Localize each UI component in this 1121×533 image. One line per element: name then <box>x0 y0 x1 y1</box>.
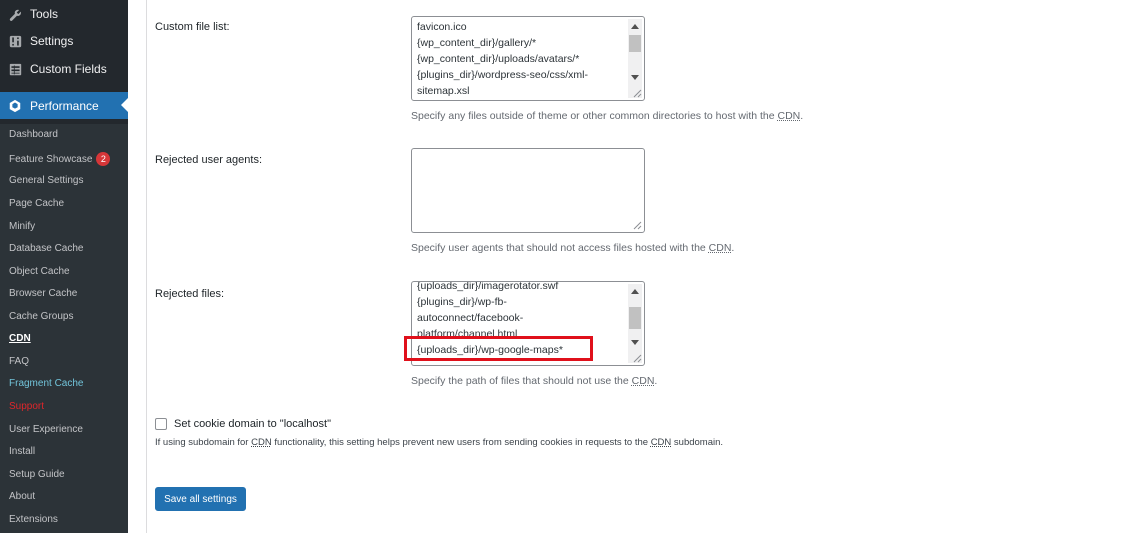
submenu-item-cdn[interactable]: CDN <box>9 333 31 344</box>
rejected-files-description: Specify the path of files that should no… <box>411 375 657 387</box>
submenu-item-install[interactable]: Install <box>9 446 35 457</box>
resize-handle-icon[interactable] <box>633 89 642 98</box>
rejected-user-agents-label: Rejected user agents: <box>155 154 263 166</box>
resize-handle-icon[interactable] <box>633 354 642 363</box>
textarea-line: {uploads_dir}/imagerotator.swf <box>417 281 559 292</box>
custom-file-list-textarea[interactable]: favicon.ico {wp_content_dir}/gallery/* {… <box>411 16 645 101</box>
submenu-item-dashboard[interactable]: Dashboard <box>9 129 58 140</box>
cdn-abbr: CDN <box>777 110 801 122</box>
submenu-label: Extensions <box>9 514 58 525</box>
submenu-label: Object Cache <box>9 266 70 277</box>
cdn-abbr: CDN <box>631 375 655 387</box>
submenu-item-minify[interactable]: Minify <box>9 221 35 232</box>
description-text: Specify the path of files that should no… <box>411 375 632 387</box>
cookie-domain-option[interactable]: Set cookie domain to "localhost" <box>155 418 331 430</box>
performance-icon <box>8 99 22 113</box>
submenu-label: Setup Guide <box>9 469 65 480</box>
submenu-label: General Settings <box>9 175 84 186</box>
cdn-abbr: CDN <box>251 437 272 448</box>
cookie-domain-label: Set cookie domain to "localhost" <box>174 418 332 430</box>
submenu-label: Support <box>9 401 45 412</box>
submenu-item-user-experience[interactable]: User Experience <box>9 424 83 435</box>
submenu-item-about[interactable]: About <box>9 491 35 502</box>
submenu-item-setup-guide[interactable]: Setup Guide <box>9 469 65 480</box>
description-text: If using subdomain for <box>155 437 252 448</box>
submenu-label: FAQ <box>9 356 30 367</box>
scroll-up-arrow-icon[interactable] <box>631 289 639 294</box>
submenu-label: User Experience <box>9 424 83 435</box>
admin-sidebar: Tools Settings Custom Fields Performance… <box>0 0 128 533</box>
textarea-scrollbar[interactable] <box>628 19 642 98</box>
rejected-files-label: Rejected files: <box>155 288 225 300</box>
textarea-line: favicon.ico <box>417 21 467 33</box>
submenu-label: Dashboard <box>9 129 58 140</box>
textarea-line: autoconnect/facebook- <box>417 312 524 324</box>
resize-handle-icon[interactable] <box>633 221 642 230</box>
description-text: Specify user agents that should not acce… <box>411 242 709 254</box>
description-text: . <box>731 242 735 254</box>
menu-label: Settings <box>30 34 74 48</box>
menu-label: Tools <box>30 7 59 21</box>
rejected-user-agents-description: Specify user agents that should not acce… <box>411 242 734 254</box>
scrollbar-thumb[interactable] <box>629 307 641 329</box>
notification-badge: 2 <box>96 152 111 166</box>
description-text: . <box>800 110 804 122</box>
submenu-label: Fragment Cache <box>9 378 84 389</box>
menu-item-tools[interactable]: Tools <box>0 1 128 27</box>
scroll-up-arrow-icon[interactable] <box>631 24 639 29</box>
submenu-label: CDN <box>9 333 31 344</box>
highlight-box <box>404 336 593 361</box>
submenu-item-page-cache[interactable]: Page Cache <box>9 198 64 209</box>
menu-label: Performance <box>30 98 99 113</box>
submenu-label: Database Cache <box>9 243 84 254</box>
submenu-item-object-cache[interactable]: Object Cache <box>9 266 70 277</box>
submenu-item-browser-cache[interactable]: Browser Cache <box>9 288 77 299</box>
scroll-down-arrow-icon[interactable] <box>631 75 639 80</box>
submenu-item-database-cache[interactable]: Database Cache <box>9 243 84 254</box>
submenu-item-cache-groups[interactable]: Cache Groups <box>9 311 73 322</box>
submenu-item-general-settings[interactable]: General Settings <box>9 175 84 186</box>
submenu-label: About <box>9 491 36 502</box>
textarea-content: favicon.ico {wp_content_dir}/gallery/* {… <box>417 19 624 99</box>
scroll-down-arrow-icon[interactable] <box>631 340 639 345</box>
description-text: subdomain. <box>671 437 724 448</box>
submenu-item-fragment-cache[interactable]: Fragment Cache <box>9 378 83 389</box>
submenu-item-support[interactable]: Support <box>9 401 44 412</box>
submenu-label: Cache Groups <box>9 311 74 322</box>
cookie-domain-checkbox[interactable] <box>155 418 167 430</box>
custom-file-list-description: Specify any files outside of theme or ot… <box>411 110 803 122</box>
submenu-item-feature-showcase[interactable]: Feature Showcase 2 <box>9 152 111 166</box>
wrench-icon <box>8 7 22 21</box>
scrollbar-thumb[interactable] <box>629 35 641 52</box>
save-all-settings-button[interactable]: Save all settings <box>155 487 246 511</box>
menu-label: Custom Fields <box>30 62 107 76</box>
textarea-line: {plugins_dir}/wp-fb- <box>417 296 507 308</box>
description-text: . <box>654 375 658 387</box>
submenu-label: Browser Cache <box>9 288 78 299</box>
settings-icon <box>8 34 22 48</box>
textarea-scrollbar[interactable] <box>628 284 642 363</box>
table-icon <box>8 62 22 76</box>
submenu-item-faq[interactable]: FAQ <box>9 356 29 367</box>
cdn-abbr: CDN <box>650 437 672 448</box>
submenu-item-extensions[interactable]: Extensions <box>9 514 58 525</box>
rejected-user-agents-textarea[interactable] <box>411 148 645 233</box>
textarea-line: {wp_content_dir}/gallery/* <box>417 37 537 49</box>
submenu-label: Feature Showcase <box>9 153 93 165</box>
description-text: functionality, this setting helps preven… <box>271 437 651 448</box>
menu-item-settings[interactable]: Settings <box>0 28 128 54</box>
cdn-abbr: CDN <box>708 242 732 254</box>
custom-file-list-label: Custom file list: <box>155 21 230 33</box>
content-divider <box>146 0 147 533</box>
menu-item-custom-fields[interactable]: Custom Fields <box>0 56 128 82</box>
textarea-line: sitemap.xsl <box>417 85 470 97</box>
description-text: Specify any files outside of theme or ot… <box>411 110 778 122</box>
menu-item-performance[interactable]: Performance <box>0 92 128 119</box>
textarea-line: {plugins_dir}/wordpress-seo/css/xml- <box>417 69 588 81</box>
submenu-label: Minify <box>9 221 36 232</box>
cookie-domain-description: If using subdomain for CDN functionality… <box>155 437 723 448</box>
submenu-label: Page Cache <box>9 198 65 209</box>
textarea-line: {wp_content_dir}/uploads/avatars/* <box>417 53 580 65</box>
submenu-label: Install <box>9 446 36 457</box>
